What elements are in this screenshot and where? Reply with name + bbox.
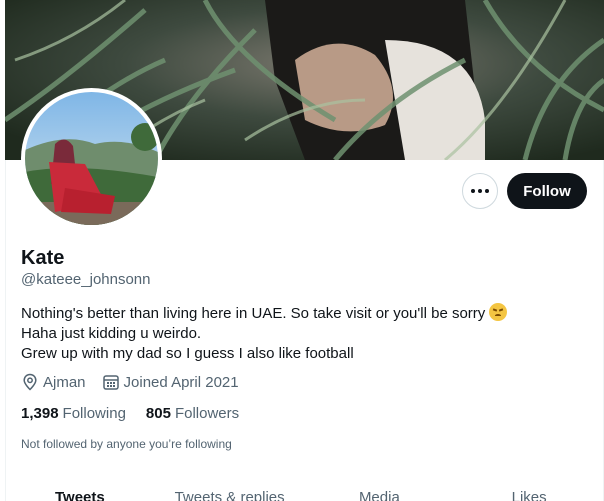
location-pin-icon: [23, 373, 37, 391]
follow-button[interactable]: Follow: [507, 173, 587, 209]
profile-tabs: Tweets Tweets & replies Media Likes: [5, 483, 604, 501]
follow-stats: 1,398 Following 805 Followers: [21, 405, 259, 422]
angry-face-emoji-icon: [489, 303, 508, 321]
display-name: Kate: [21, 247, 65, 269]
tab-media[interactable]: Media: [305, 483, 455, 501]
followers-label: Followers: [174, 405, 240, 422]
tab-tweets[interactable]: Tweets: [5, 483, 155, 501]
more-horizontal-icon: [471, 189, 489, 193]
followers-link[interactable]: 805 Followers: [146, 405, 239, 422]
tab-likes[interactable]: Likes: [454, 483, 604, 501]
profile-bio: Nothing's better than living here in UAE…: [21, 303, 581, 364]
avatar-photo: [25, 92, 158, 225]
profile-meta: Ajman Joined April 2021: [21, 373, 255, 391]
location-text: Ajman: [43, 373, 86, 391]
not-followed-notice: Not followed by anyone you’re following: [21, 437, 232, 451]
profile-page: Follow Kate @kateee_johnsonn Nothing's b…: [0, 0, 604, 501]
username-handle: @kateee_johnsonn: [21, 271, 151, 288]
following-count: 1,398: [21, 405, 59, 422]
following-link[interactable]: 1,398 Following: [21, 405, 126, 422]
join-date-text: Joined April 2021: [123, 373, 239, 391]
following-label: Following: [62, 405, 126, 422]
location: Ajman: [21, 373, 86, 391]
more-options-button[interactable]: [462, 173, 498, 209]
left-border: [5, 160, 6, 501]
calendar-icon: [102, 375, 119, 390]
bio-line-2: Haha just kidding u weirdo.: [21, 325, 202, 342]
tab-tweets-and-replies[interactable]: Tweets & replies: [155, 483, 305, 501]
bio-line-1: Nothing's better than living here in UAE…: [21, 303, 581, 324]
join-date: Joined April 2021: [102, 373, 239, 391]
followers-count: 805: [145, 405, 171, 422]
bio-line-3: Grew up with my dad so I guess I also li…: [21, 345, 354, 362]
profile-avatar[interactable]: [21, 88, 162, 229]
